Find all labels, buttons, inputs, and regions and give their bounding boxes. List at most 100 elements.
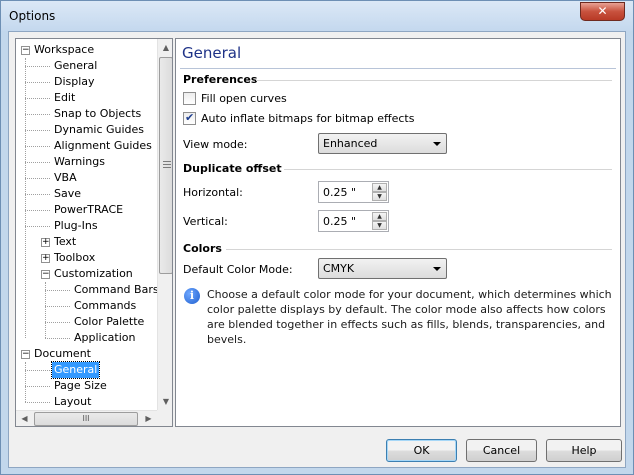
- tree-item[interactable]: + Text: [16, 234, 156, 250]
- tree-item[interactable]: Display: [16, 74, 156, 90]
- tree-connector: [25, 82, 50, 83]
- cancel-button[interactable]: Cancel: [466, 439, 537, 462]
- scroll-left-arrow-icon[interactable]: ◀: [16, 411, 33, 426]
- tree-item-label[interactable]: Toolbox: [52, 250, 97, 266]
- collapse-icon[interactable]: −: [21, 46, 30, 55]
- view-mode-label: View mode:: [183, 138, 248, 151]
- tree-item[interactable]: Page Size: [16, 378, 156, 394]
- tree-item-label[interactable]: Dynamic Guides: [52, 122, 146, 138]
- tree-item-label[interactable]: Display: [52, 74, 97, 90]
- tree-item-label[interactable]: General: [52, 58, 99, 74]
- title-bar[interactable]: Options ✕: [1, 1, 633, 31]
- auto-inflate-label[interactable]: Auto inflate bitmaps for bitmap effects: [201, 112, 414, 125]
- tree-item[interactable]: Warnings: [16, 154, 156, 170]
- tree-item[interactable]: Edit: [16, 90, 156, 106]
- vertical-scroll-thumb[interactable]: [159, 57, 172, 274]
- section-divider: [284, 169, 612, 170]
- tree-connector: [25, 146, 50, 147]
- section-divider: [256, 80, 612, 81]
- tree-item-label[interactable]: Page Size: [52, 378, 109, 394]
- tree-item[interactable]: Dynamic Guides: [16, 122, 156, 138]
- tree-connector: [45, 306, 70, 307]
- tree-item-label[interactable]: Color Palette: [72, 314, 146, 330]
- tree-item[interactable]: General: [16, 58, 156, 74]
- chevron-down-icon: [433, 142, 441, 146]
- tree-item[interactable]: VBA: [16, 170, 156, 186]
- horizontal-scroll-thumb[interactable]: III: [34, 412, 138, 426]
- tree-item[interactable]: Snap to Objects: [16, 106, 156, 122]
- scroll-right-arrow-icon[interactable]: ▶: [140, 411, 157, 426]
- tree-item[interactable]: Commands: [16, 298, 156, 314]
- tree-connector: [25, 98, 50, 99]
- tree-item[interactable]: − Document: [16, 346, 156, 362]
- close-button[interactable]: ✕: [580, 2, 625, 21]
- window-title: Options: [9, 9, 56, 23]
- vertical-offset-value[interactable]: 0.25 ": [323, 215, 356, 228]
- spin-down-icon[interactable]: ▼: [372, 192, 387, 201]
- tree-item[interactable]: − Workspace: [16, 42, 156, 58]
- scroll-down-arrow-icon[interactable]: ▼: [158, 393, 172, 410]
- help-button[interactable]: Help: [546, 439, 622, 462]
- tree-item-label[interactable]: Commands: [72, 298, 138, 314]
- tree-item-label[interactable]: VBA: [52, 170, 79, 186]
- tree-connector: [45, 322, 70, 323]
- fill-open-curves-checkbox[interactable]: [183, 92, 196, 105]
- tree-item[interactable]: Plug-Ins: [16, 218, 156, 234]
- ok-button[interactable]: OK: [386, 439, 457, 462]
- tree-item-label[interactable]: Edit: [52, 90, 77, 106]
- default-color-mode-dropdown[interactable]: CMYK: [318, 258, 447, 279]
- collapse-icon[interactable]: −: [21, 350, 30, 359]
- tree-item-label[interactable]: Alignment Guides: [52, 138, 154, 154]
- tree-item[interactable]: General: [16, 361, 156, 379]
- dialog-client: − Workspace General Display Edit Snap to Obje…: [8, 31, 626, 468]
- tree-item-label[interactable]: PowerTRACE: [52, 202, 125, 218]
- tree-item-label[interactable]: Command Bars: [72, 282, 161, 298]
- tree-vertical-scrollbar[interactable]: ▲ ▼: [157, 39, 172, 410]
- tree-connector: [25, 386, 50, 387]
- tree-item-label[interactable]: Customization: [52, 266, 135, 282]
- tree-item-label[interactable]: General: [50, 361, 101, 379]
- view-mode-dropdown[interactable]: Enhanced: [318, 133, 447, 154]
- tree-item-label[interactable]: Document: [32, 346, 93, 362]
- tree-item[interactable]: PowerTRACE: [16, 202, 156, 218]
- horizontal-offset-value[interactable]: 0.25 ": [323, 186, 356, 199]
- tree-connector: [25, 162, 50, 163]
- tree-item[interactable]: Alignment Guides: [16, 138, 156, 154]
- auto-inflate-checkbox[interactable]: ✔: [183, 111, 196, 125]
- duplicate-offset-heading: Duplicate offset: [183, 162, 282, 175]
- info-icon: i: [184, 288, 200, 304]
- horizontal-offset-spinner[interactable]: 0.25 " ▲ ▼: [318, 181, 389, 203]
- tree-item-label[interactable]: Workspace: [32, 42, 96, 58]
- page-title: General: [182, 44, 242, 62]
- expand-icon[interactable]: +: [41, 254, 50, 263]
- tree-horizontal-scrollbar[interactable]: ◀ III ▶: [16, 410, 157, 426]
- view-mode-value: Enhanced: [323, 137, 378, 150]
- fill-open-curves-label[interactable]: Fill open curves: [201, 92, 287, 105]
- spin-up-icon[interactable]: ▲: [372, 183, 387, 192]
- tree-item[interactable]: − Customization: [16, 266, 156, 282]
- tree-item-label[interactable]: Plug-Ins: [52, 218, 100, 234]
- collapse-icon[interactable]: −: [41, 270, 50, 279]
- tree-item-label[interactable]: Text: [52, 234, 78, 250]
- tree-item[interactable]: Application: [16, 330, 156, 346]
- tree-guide-line: [25, 362, 26, 402]
- tree-item[interactable]: Color Palette: [16, 314, 156, 330]
- spin-up-icon[interactable]: ▲: [372, 212, 387, 221]
- tree-item[interactable]: + Toolbox: [16, 250, 156, 266]
- tree-item-label[interactable]: Snap to Objects: [52, 106, 143, 122]
- section-divider: [226, 249, 612, 250]
- tree-item-label[interactable]: Layout: [52, 394, 93, 410]
- tree-connector: [25, 178, 50, 179]
- expand-icon[interactable]: +: [41, 238, 50, 247]
- vertical-offset-spinner[interactable]: 0.25 " ▲ ▼: [318, 210, 389, 232]
- tree-item-label[interactable]: Warnings: [52, 154, 107, 170]
- tree-item[interactable]: Save: [16, 186, 156, 202]
- scroll-up-arrow-icon[interactable]: ▲: [158, 39, 172, 56]
- tree-connector: [25, 210, 50, 211]
- tree-item[interactable]: Layout: [16, 394, 156, 410]
- spin-down-icon[interactable]: ▼: [372, 221, 387, 230]
- tree-item-label[interactable]: Application: [72, 330, 137, 346]
- tree-item[interactable]: Command Bars: [16, 282, 159, 298]
- tree-connector: [25, 194, 50, 195]
- tree-item-label[interactable]: Save: [52, 186, 83, 202]
